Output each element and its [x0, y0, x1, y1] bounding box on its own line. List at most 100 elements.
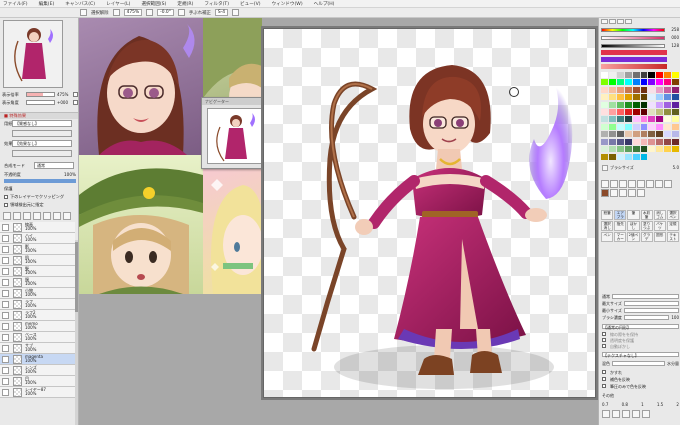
copy-layer-icon[interactable]	[33, 212, 41, 220]
zoom-reset-icon[interactable]	[73, 92, 78, 97]
palette-swatch[interactable]	[664, 72, 672, 78]
palette-swatch[interactable]	[632, 131, 640, 138]
floating-navigator[interactable]: ナビゲーター	[201, 97, 269, 169]
visibility-icon[interactable]	[2, 223, 9, 231]
visibility-icon[interactable]	[2, 322, 9, 330]
palette-swatch[interactable]	[608, 72, 616, 78]
brush-tool-button[interactable]: 図形	[653, 232, 666, 242]
palette-swatch[interactable]	[656, 94, 664, 101]
lasso-tool-icon[interactable]	[610, 180, 618, 188]
menu-help[interactable]: ヘルプ(H)	[314, 1, 335, 7]
layer-item[interactable]: ラフ2 100%	[0, 310, 75, 321]
palette-swatch[interactable]	[601, 79, 608, 86]
layer-item[interactable]: ハイ 100%	[0, 233, 75, 244]
palette-swatch[interactable]	[601, 116, 608, 123]
brush-tool-button[interactable]: エアブラシ	[614, 210, 627, 220]
magnify-icon[interactable]	[112, 9, 120, 16]
swatch-tab[interactable]	[625, 19, 632, 24]
palette-swatch[interactable]	[664, 146, 672, 153]
bottom-checkbox[interactable]	[602, 377, 606, 381]
palette-swatch[interactable]	[656, 86, 664, 93]
visibility-icon[interactable]	[2, 234, 9, 242]
palette-swatch[interactable]	[632, 72, 640, 78]
hand-tool-icon[interactable]	[655, 180, 663, 188]
palette-swatch[interactable]	[616, 86, 624, 93]
layer-item[interactable]: 髪 100%	[0, 266, 75, 277]
bottom-check-0[interactable]: かすれ	[602, 370, 679, 376]
palette-swatch[interactable]	[632, 79, 640, 86]
palette-swatch[interactable]	[601, 109, 608, 116]
layer-item[interactable]: レイヤー87 100%	[0, 387, 75, 398]
size-dot[interactable]	[612, 410, 620, 418]
palette-swatch[interactable]	[632, 146, 640, 153]
rotate-icon[interactable]	[146, 9, 154, 16]
size-dot[interactable]	[622, 410, 630, 418]
palette-swatch[interactable]	[624, 109, 632, 116]
palette-swatch[interactable]	[664, 101, 672, 108]
brush-tool-button[interactable]: 選択消し	[601, 221, 614, 231]
select-tool-icon[interactable]	[601, 180, 609, 188]
rotate-tool-icon[interactable]	[646, 180, 654, 188]
effect-section-header[interactable]: ■ 特殊効果	[0, 112, 78, 119]
layer-item[interactable]: レンズ 100%	[0, 365, 75, 376]
palette-swatch[interactable]	[656, 138, 664, 145]
palette-swatch[interactable]	[601, 86, 608, 93]
palette-swatch[interactable]	[632, 153, 640, 160]
layer-item[interactable]: ベース 100%	[0, 332, 75, 343]
palette-swatch[interactable]	[608, 116, 616, 123]
layer-item[interactable]: 肌 100%	[0, 255, 75, 266]
palette-swatch[interactable]	[640, 138, 648, 145]
navigator-thumbnail[interactable]	[3, 20, 63, 88]
size-scale-item[interactable]: 1.5	[657, 402, 663, 408]
menu-selection[interactable]: 選択範囲(S)	[141, 1, 166, 7]
menu-canvas[interactable]: キャンバス(C)	[65, 1, 95, 7]
size-dot[interactable]	[632, 410, 640, 418]
size-dot[interactable]	[602, 410, 610, 418]
clipping-checkbox[interactable]	[4, 195, 8, 199]
palette-swatch[interactable]	[632, 109, 640, 116]
palette-swatch[interactable]	[648, 109, 656, 116]
palette-swatch[interactable]	[664, 94, 672, 101]
value-slider[interactable]	[601, 43, 665, 48]
palette-swatch[interactable]	[672, 79, 679, 86]
palette-swatch[interactable]	[624, 116, 632, 123]
effect-strength[interactable]	[12, 150, 72, 157]
palette-swatch[interactable]	[632, 138, 640, 145]
visibility-icon[interactable]	[2, 377, 9, 385]
palette-swatch[interactable]	[624, 72, 632, 78]
palette-swatch[interactable]	[640, 101, 648, 108]
palette-swatch[interactable]	[640, 94, 648, 101]
brush-tool-button[interactable]: グラデ	[640, 232, 653, 242]
palette-swatch[interactable]	[624, 138, 632, 145]
palette-swatch[interactable]	[648, 79, 656, 86]
size-scale-item[interactable]: 1	[641, 402, 644, 408]
brush-tool-button[interactable]: 2値ペン	[627, 232, 640, 242]
palette-swatch[interactable]	[664, 123, 672, 130]
transparent-color-icon[interactable]	[619, 189, 627, 197]
palette-swatch[interactable]	[672, 109, 679, 116]
opacity-slider[interactable]	[4, 179, 76, 183]
bottom-check-1[interactable]: 補色を反映	[602, 377, 679, 383]
palette-swatch[interactable]	[656, 131, 664, 138]
palette-swatch[interactable]	[608, 86, 616, 93]
palette-swatch[interactable]	[672, 116, 679, 123]
palette-swatch[interactable]	[616, 116, 624, 123]
brush-tool-button[interactable]: ペン	[601, 232, 614, 242]
palette-swatch[interactable]	[656, 79, 664, 86]
new-linework-icon[interactable]	[13, 212, 21, 220]
visibility-icon[interactable]	[2, 355, 9, 363]
effect-select[interactable]: 【効果なし】	[12, 140, 72, 147]
layer-item[interactable]: 服 100%	[0, 277, 75, 288]
size-scale-item[interactable]: 2	[676, 402, 679, 408]
palette-swatch[interactable]	[640, 131, 648, 138]
palette-swatch[interactable]	[664, 131, 672, 138]
brush-texture-select[interactable]: 【テクスチャなし】	[602, 352, 679, 358]
palette-swatch[interactable]	[656, 101, 664, 108]
angle-field[interactable]: -0.0°	[157, 9, 174, 16]
menu-view[interactable]: ビュー(V)	[240, 1, 261, 7]
flip-icon[interactable]	[177, 9, 185, 16]
extra-checkbox[interactable]	[602, 332, 606, 336]
palette-swatch[interactable]	[616, 123, 624, 130]
layer-item[interactable]: memo 100%	[0, 321, 75, 332]
palette-swatch[interactable]	[640, 86, 648, 93]
